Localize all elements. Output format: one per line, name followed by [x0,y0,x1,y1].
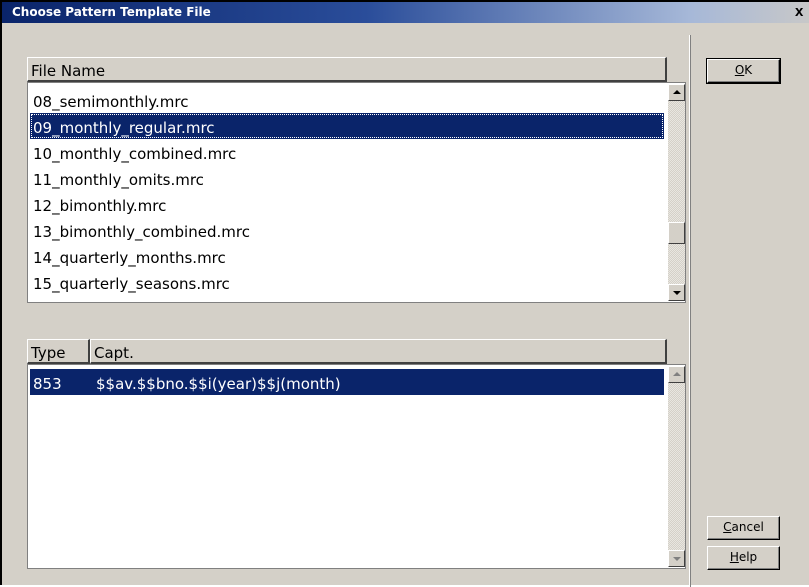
ok-mnemonic: O [734,63,745,77]
title-bar[interactable]: Choose Pattern Template File x [2,2,809,23]
ok-label: K [744,63,753,77]
ok-button[interactable]: OK [706,58,781,84]
dialog-window: Choose Pattern Template File x File Name… [0,0,809,587]
detail-row-selected[interactable]: 853 $$av.$$bno.$$i(year)$$j(month) [30,369,664,395]
cancel-label: ancel [731,520,764,534]
window-title: Choose Pattern Template File [12,5,211,19]
file-list-item[interactable]: 10_monthly_combined.mrc [30,139,664,165]
help-button[interactable]: Help [707,546,780,570]
detail-scroll-down-button[interactable] [668,550,685,567]
file-list-item[interactable]: 13_bimonthly_combined.mrc [30,217,664,243]
detail-list[interactable]: 853 $$av.$$bno.$$i(year)$$j(month) [27,364,686,569]
detail-list-scrollbar[interactable] [668,366,685,567]
column-header-type[interactable]: Type [27,339,90,364]
scroll-down-button[interactable] [668,284,685,301]
arrow-up-icon [673,90,681,94]
arrow-down-icon [673,291,681,295]
detail-capt-cell: $$av.$$bno.$$i(year)$$j(month) [96,375,341,393]
detail-type-cell: 853 [33,375,62,393]
file-list-item[interactable]: 14_quarterly_months.mrc [30,243,664,269]
file-list-item[interactable]: 12_bimonthly.mrc [30,191,664,217]
scroll-up-button[interactable] [668,84,685,101]
arrow-down-icon [673,557,681,561]
file-list-item-selected[interactable]: 09_monthly_regular.mrc [30,113,664,139]
file-list-item[interactable]: 08_semimonthly.mrc [30,87,664,113]
close-icon[interactable]: x [795,3,803,20]
help-label: elp [738,550,758,564]
detail-scroll-up-button[interactable] [668,366,685,383]
scroll-thumb[interactable] [668,222,685,244]
file-list-item[interactable]: 15_quarterly_seasons.mrc [30,269,664,295]
column-header-file-name[interactable]: File Name [27,57,667,82]
cancel-mnemonic: C [723,520,732,534]
help-mnemonic: H [729,550,739,564]
column-header-capt[interactable]: Capt. [90,339,667,364]
file-list-scrollbar[interactable] [668,84,685,301]
file-list[interactable]: 08_semimonthly.mrc 09_monthly_regular.mr… [27,82,686,303]
cancel-button[interactable]: Cancel [707,516,780,540]
file-list-item[interactable]: 11_monthly_omits.mrc [30,165,664,191]
arrow-up-icon [673,372,681,376]
